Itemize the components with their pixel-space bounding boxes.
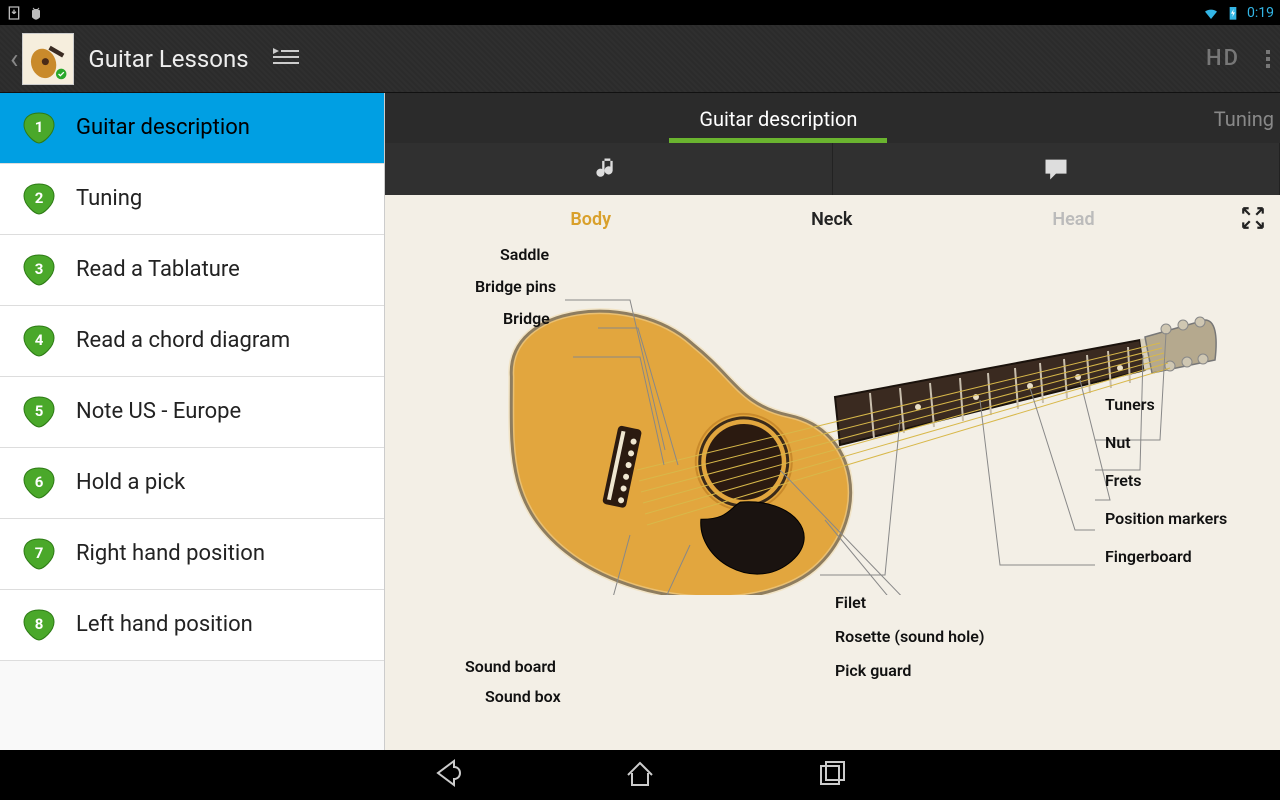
label-fingerboard: Fingerboard bbox=[1105, 547, 1192, 566]
pick-icon: 7 bbox=[22, 537, 56, 571]
app-icon[interactable] bbox=[22, 33, 74, 85]
section-neck: Neck bbox=[811, 209, 852, 230]
app-title: Guitar Lessons bbox=[88, 45, 248, 73]
sidebar-item-label: Read a chord diagram bbox=[76, 328, 290, 354]
pick-icon: 2 bbox=[22, 182, 56, 216]
sidebar-item-label: Tuning bbox=[76, 186, 142, 212]
clock-text: 0:19 bbox=[1247, 5, 1274, 21]
label-sound-board: Sound board bbox=[465, 657, 556, 676]
sidebar-item-chord-diagram[interactable]: 4 Read a chord diagram bbox=[0, 306, 384, 377]
section-head: Head bbox=[1052, 209, 1094, 230]
label-position-markers: Position markers bbox=[1105, 509, 1227, 528]
battery-charging-icon bbox=[1225, 5, 1241, 21]
expand-icon[interactable] bbox=[1240, 205, 1266, 231]
tab-tuning[interactable]: Tuning bbox=[1172, 95, 1280, 143]
nav-home-button[interactable] bbox=[624, 757, 656, 793]
sidebar-item-guitar-description[interactable]: 1 Guitar description bbox=[0, 93, 384, 164]
sidebar-item-label: Hold a pick bbox=[76, 470, 185, 496]
label-pick-guard: Pick guard bbox=[835, 661, 911, 680]
hd-button[interactable]: HD bbox=[1206, 46, 1240, 71]
diagram-section-headers: Body Neck Head bbox=[385, 209, 1280, 230]
sidebar-item-label: Read a Tablature bbox=[76, 257, 240, 283]
content-pane: Guitar description Tuning Body Neck Head bbox=[385, 93, 1280, 750]
pick-icon: 6 bbox=[22, 466, 56, 500]
subtab-comments[interactable] bbox=[833, 143, 1280, 195]
label-frets: Frets bbox=[1105, 471, 1141, 490]
android-nav-bar bbox=[0, 750, 1280, 800]
label-tuners: Tuners bbox=[1105, 395, 1155, 414]
android-debug-icon bbox=[28, 5, 44, 21]
label-sound-box: Sound box bbox=[485, 687, 561, 706]
subtab-audio[interactable] bbox=[385, 143, 833, 195]
sidebar-item-left-hand[interactable]: 8 Left hand position bbox=[0, 590, 384, 661]
label-rosette: Rosette (sound hole) bbox=[835, 627, 984, 646]
nav-recents-button[interactable] bbox=[816, 757, 848, 793]
action-bar: ‹ Guitar Lessons HD bbox=[0, 25, 1280, 93]
label-saddle: Saddle bbox=[500, 245, 549, 264]
content-tab-strip: Guitar description Tuning bbox=[385, 93, 1280, 143]
tab-guitar-description[interactable]: Guitar description bbox=[657, 95, 899, 143]
sidebar-item-tablature[interactable]: 3 Read a Tablature bbox=[0, 235, 384, 306]
section-body: Body bbox=[570, 209, 611, 230]
download-icon bbox=[6, 5, 22, 21]
label-bridge-pins: Bridge pins bbox=[475, 277, 556, 296]
content-subtabs bbox=[385, 143, 1280, 195]
pick-icon: 5 bbox=[22, 395, 56, 429]
pick-icon: 1 bbox=[22, 111, 56, 145]
comment-icon bbox=[1042, 155, 1070, 183]
sidebar-item-label: Guitar description bbox=[76, 115, 250, 141]
label-filet: Filet bbox=[835, 593, 866, 612]
sidebar-item-tuning[interactable]: 2 Tuning bbox=[0, 164, 384, 235]
lesson-sidebar: 1 Guitar description 2 Tuning 3 Read a T… bbox=[0, 93, 385, 750]
nav-back-button[interactable] bbox=[432, 757, 464, 793]
wifi-icon bbox=[1203, 5, 1219, 21]
sidebar-item-label: Note US - Europe bbox=[76, 399, 241, 425]
sidebar-item-note-us-europe[interactable]: 5 Note US - Europe bbox=[0, 377, 384, 448]
pick-icon: 8 bbox=[22, 608, 56, 642]
label-nut: Nut bbox=[1105, 433, 1131, 452]
lesson-list-icon[interactable] bbox=[271, 45, 301, 73]
guitar-illustration bbox=[440, 265, 1220, 595]
sidebar-item-right-hand[interactable]: 7 Right hand position bbox=[0, 519, 384, 590]
sidebar-item-label: Right hand position bbox=[76, 541, 265, 567]
sidebar-item-hold-pick[interactable]: 6 Hold a pick bbox=[0, 448, 384, 519]
music-note-icon bbox=[594, 155, 622, 183]
guitar-diagram: Body Neck Head bbox=[385, 195, 1280, 750]
android-status-bar: 0:19 bbox=[0, 0, 1280, 25]
back-caret-icon[interactable]: ‹ bbox=[10, 42, 18, 75]
sidebar-item-label: Left hand position bbox=[76, 612, 253, 638]
pick-icon: 3 bbox=[22, 253, 56, 287]
label-bridge: Bridge bbox=[503, 309, 550, 328]
overflow-menu-icon[interactable] bbox=[1266, 50, 1270, 68]
pick-icon: 4 bbox=[22, 324, 56, 358]
